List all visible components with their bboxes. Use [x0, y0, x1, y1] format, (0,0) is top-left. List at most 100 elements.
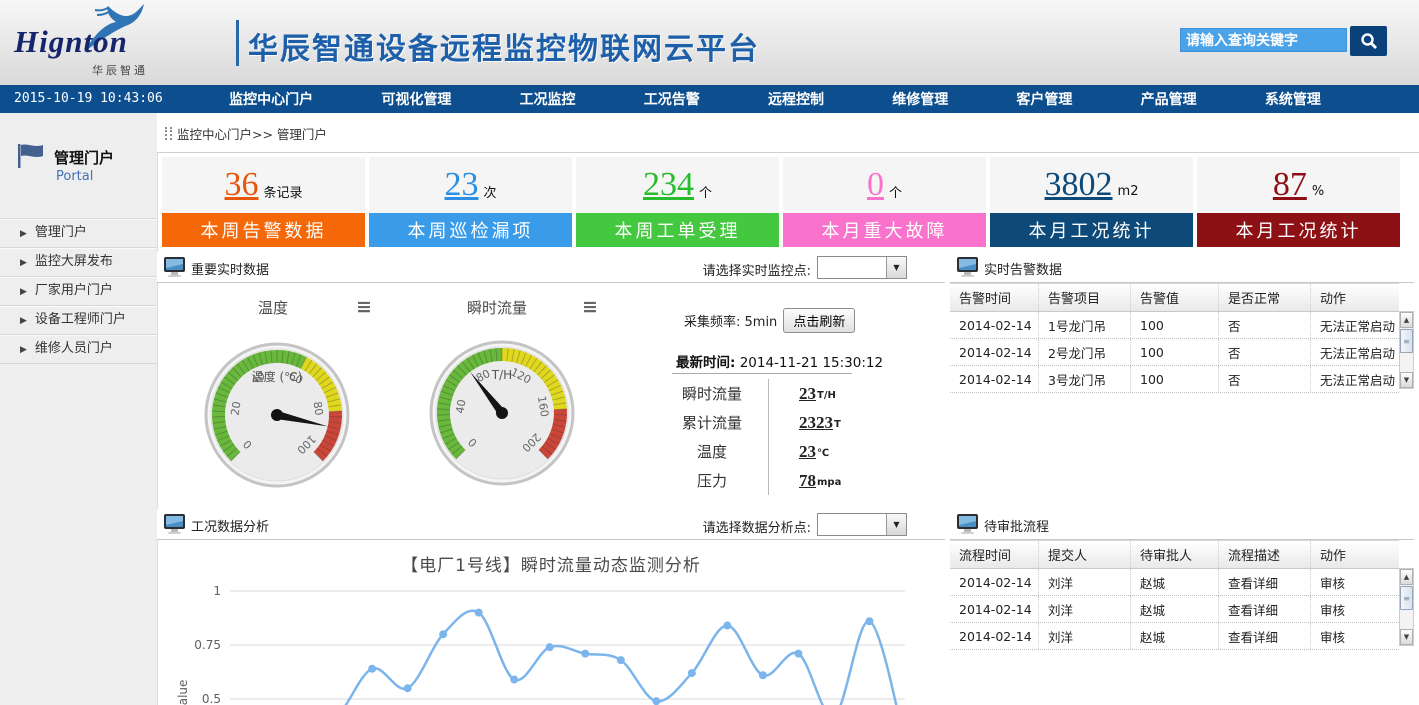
monitor-icon — [956, 513, 980, 535]
stat-card-label: 本周工单受理 — [576, 213, 779, 247]
table-cell: 无法正常启动 — [1310, 339, 1399, 365]
stat-card-value: 23 — [444, 166, 478, 204]
stat-card-top: 87% — [1197, 157, 1400, 213]
scroll-down-icon[interactable]: ▼ — [1400, 372, 1413, 388]
reading-value: 23 — [799, 384, 816, 404]
app-title: 华辰智通设备远程监控物联网云平台 — [248, 24, 760, 68]
scrollbar-thumb[interactable]: ≡ — [1400, 329, 1413, 353]
stat-card-top: 36条记录 — [162, 157, 365, 213]
stat-card-3[interactable]: 234个本周工单受理 — [576, 157, 779, 247]
nav-item-1[interactable]: 监控中心门户 — [229, 89, 313, 109]
column-header: 流程时间 — [950, 545, 1038, 564]
column-header: 待审批人 — [1130, 541, 1218, 568]
nav-item-6[interactable]: 维修管理 — [892, 89, 948, 109]
realtime-section-title: 重要实时数据 — [191, 259, 269, 278]
sidebar-item-2[interactable]: ▶ 监控大屏发布 — [0, 247, 157, 276]
nav-item-3[interactable]: 工况监控 — [520, 89, 576, 109]
refresh-button[interactable]: 点击刷新 — [783, 308, 855, 333]
table-cell: 2014-02-14 — [950, 345, 1038, 360]
sidebar-menu: ▶管理门户▶监控大屏发布▶厂家用户门户▶设备工程师门户▶维修人员门户 — [0, 218, 157, 364]
approval-table-scrollbar[interactable]: ▲ ≡ ▼ — [1399, 568, 1414, 646]
scroll-down-icon[interactable]: ▼ — [1400, 629, 1413, 645]
scrollbar-thumb[interactable]: ≡ — [1400, 586, 1413, 610]
sidebar-item-3[interactable]: ▶厂家用户门户 — [0, 276, 157, 305]
flag-icon — [16, 143, 46, 169]
alarm-table-scrollbar[interactable]: ▲ ≡ ▼ — [1399, 311, 1414, 389]
column-header: 是否正常 — [1218, 284, 1310, 311]
analysis-select-label: 请选择数据分析点: — [703, 517, 811, 536]
table-row: 2014-02-14刘洋赵城查看详细审核 — [950, 569, 1399, 596]
stat-card-label: 本月重大故障 — [783, 213, 986, 247]
latest-time-value: 2014-11-21 15:30:12 — [740, 355, 883, 371]
analysis-point-select[interactable]: ▼ — [817, 513, 907, 536]
realtime-point-select[interactable]: ▼ — [817, 256, 907, 279]
search-button[interactable] — [1350, 26, 1387, 56]
flow-gauge: 04080120160200T/H — [427, 338, 577, 488]
stat-card-2[interactable]: 23次本周巡检漏项 — [369, 157, 572, 247]
breadcrumb-bar: 监控中心门户>> 管理门户 — [157, 113, 1419, 153]
table-cell[interactable]: 审核 — [1310, 623, 1399, 649]
arrow-right-icon: ▶ — [20, 220, 27, 248]
arrow-right-icon: ▶ — [20, 336, 27, 364]
arrow-right-icon: ▶ — [20, 307, 27, 335]
stat-card-label: 本月工况统计 — [990, 213, 1193, 247]
stat-card-label: 本周巡检漏项 — [369, 213, 572, 247]
gauge-menu-icon-temperature[interactable]: ≡ — [356, 300, 372, 314]
stat-card-4[interactable]: 0个本月重大故障 — [783, 157, 986, 247]
analysis-section-header: 工况数据分析 请选择数据分析点: ▼ — [157, 509, 945, 540]
stat-card-top: 3802 m2 — [990, 157, 1193, 213]
reading-value-cell: 23T/H — [768, 379, 836, 408]
nav-item-5[interactable]: 远程控制 — [768, 89, 824, 109]
nav-item-8[interactable]: 产品管理 — [1141, 89, 1197, 109]
search-icon — [1360, 32, 1378, 50]
stat-card-unit: % — [1312, 184, 1324, 199]
stat-card-top: 0个 — [783, 157, 986, 213]
nav-item-9[interactable]: 系统管理 — [1265, 89, 1321, 109]
reading-row: 压力78mpa — [656, 466, 841, 495]
arrow-right-icon: ▶ — [20, 249, 27, 277]
portal-header: 管理门户 Portal — [0, 113, 157, 213]
reading-value-cell: 2323T — [768, 408, 841, 437]
svg-text:80: 80 — [310, 401, 325, 417]
stat-card-label: 本月工况统计 — [1197, 213, 1400, 247]
table-cell: 2014-02-14 — [950, 372, 1038, 387]
search-input[interactable] — [1180, 28, 1347, 52]
svg-text:20: 20 — [228, 401, 243, 417]
reading-value-cell: 78mpa — [768, 466, 841, 495]
reading-unit: T — [834, 419, 841, 430]
table-cell: 查看详细 — [1218, 596, 1310, 622]
alarm-section-title: 实时告警数据 — [984, 259, 1062, 278]
column-header: 动作 — [1310, 541, 1399, 568]
nav-item-7[interactable]: 客户管理 — [1016, 89, 1072, 109]
gauge-menu-icon-flow[interactable]: ≡ — [582, 300, 598, 314]
stat-card-unit: m2 — [1118, 184, 1139, 199]
sidebar-item-4[interactable]: ▶设备工程师门户 — [0, 305, 157, 334]
chart-title: 【电厂1号线】瞬时流量动态监测分析 — [157, 551, 945, 576]
reading-value: 78 — [799, 471, 816, 491]
svg-text:40: 40 — [453, 399, 468, 415]
sidebar-item-label: 监控大屏发布 — [35, 254, 113, 269]
stat-card-value: 3802 — [1045, 166, 1113, 204]
table-cell: 100 — [1130, 312, 1218, 338]
scroll-up-icon[interactable]: ▲ — [1400, 312, 1413, 328]
stat-card-6[interactable]: 87%本月工况统计 — [1197, 157, 1400, 247]
svg-text:0.75: 0.75 — [194, 638, 221, 652]
sidebar-item-1[interactable]: ▶管理门户 — [0, 218, 157, 247]
gauge-title-temperature: 温度 — [258, 297, 288, 318]
alarm-section-header: 实时告警数据 — [950, 252, 1414, 283]
reading-label: 温度 — [656, 441, 768, 462]
stat-card-5[interactable]: 3802 m2 本月工况统计 — [990, 157, 1193, 247]
alarm-table: 告警时间告警项目告警值是否正常动作2014-02-141号龙门吊100否无法正常… — [950, 283, 1414, 393]
table-header-row: 流程时间提交人待审批人流程描述动作 — [950, 540, 1399, 569]
nav-item-4[interactable]: 工况告警 — [644, 89, 700, 109]
stat-card-1[interactable]: 36条记录本周告警数据 — [162, 157, 365, 247]
scroll-up-icon[interactable]: ▲ — [1400, 569, 1413, 585]
svg-text:T/H: T/H — [491, 368, 512, 382]
nav-item-2[interactable]: 可视化管理 — [381, 89, 451, 109]
table-cell[interactable]: 审核 — [1310, 569, 1399, 595]
table-cell[interactable]: 审核 — [1310, 596, 1399, 622]
sidebar-item-5[interactable]: ▶ 维修人员门户 — [0, 334, 157, 364]
sidebar-item-label: 维修人员门户 — [35, 341, 113, 356]
table-cell: 刘洋 — [1038, 596, 1130, 622]
reading-label: 累计流量 — [656, 412, 768, 433]
